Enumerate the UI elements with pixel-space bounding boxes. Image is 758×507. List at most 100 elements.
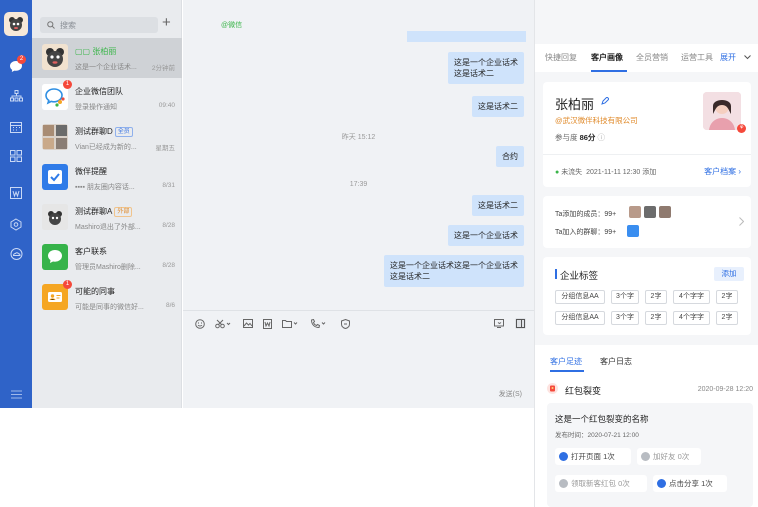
menu-icon[interactable] — [7, 386, 25, 402]
screen-icon[interactable] — [493, 318, 504, 329]
tag-chip[interactable]: 2字 — [645, 290, 667, 304]
list-item[interactable]: 客户联系 管理员Mashiro删除... 8/28 — [32, 238, 182, 278]
group-avatar — [42, 204, 68, 230]
section-marker — [555, 269, 557, 279]
chevron-right-icon[interactable] — [739, 217, 744, 226]
cube-icon[interactable] — [7, 216, 25, 232]
reminder-avatar — [42, 164, 68, 190]
list-item[interactable]: 1 可能的同事 可能是同事的微信好... 8/6 — [32, 278, 182, 318]
shield-icon[interactable] — [340, 318, 351, 329]
tag-chip[interactable]: 2字 — [716, 311, 738, 325]
list-item-preview: 这是一个企业话术... — [75, 64, 137, 71]
conversation-list: 搜索 + ▢▢ 张柏丽 这是一个企业话术... 2分钟前 1 企业微信团队 登录… — [32, 0, 182, 408]
edit-icon[interactable] — [601, 97, 609, 105]
search-icon — [47, 21, 55, 29]
chat-icon[interactable]: 2 — [7, 55, 26, 74]
tags-title: 企业标签 — [560, 271, 599, 282]
event-time: 2020-09-28 12:20 — [697, 386, 753, 393]
share-icon — [657, 479, 666, 488]
list-item-name: 测试群聊D 全员 — [75, 126, 133, 137]
action-add-friend: 加好友 0次 — [637, 448, 701, 465]
list-item-time: 8/6 — [165, 302, 175, 309]
list-item-name: 微伴提醒 — [75, 167, 107, 176]
expand-button[interactable]: 展开 — [720, 52, 736, 63]
wechat-badge: ⚘ — [737, 124, 747, 133]
apps-icon[interactable] — [7, 148, 25, 164]
group-icon — [627, 225, 639, 237]
list-item[interactable]: ▢▢ 张柏丽 这是一个企业话术... 2分钟前 — [32, 38, 182, 78]
sidebar-toggle-icon[interactable] — [515, 318, 526, 329]
claim-icon — [559, 479, 568, 488]
list-item[interactable]: 1 企业微信团队 登录操作通知 09:40 — [32, 78, 182, 118]
calendar-icon[interactable] — [7, 119, 25, 135]
nav-rail: 2 — [0, 0, 32, 408]
image-icon[interactable] — [242, 318, 253, 329]
trace-section: 客户足迹 客户日志 红包裂变 2020-09-28 12:20 这是一个红包裂变… — [535, 345, 758, 507]
tab-quick-reply[interactable]: 快捷回复 — [545, 52, 577, 63]
group-tag: 全员 — [114, 126, 133, 137]
engagement-row: 参与度 86分 ⓘ — [555, 133, 606, 142]
trace-tab-indicator — [550, 370, 584, 372]
action-claim-red-packet: 领取新客红包 0次 — [555, 475, 647, 492]
emoji-icon[interactable] — [194, 318, 205, 329]
org-icon[interactable] — [7, 88, 25, 104]
folder-icon[interactable] — [282, 318, 300, 329]
send-button[interactable]: 发送(S) — [499, 389, 522, 399]
member-avatar — [644, 206, 656, 218]
list-item-preview: 登录操作通知 — [75, 104, 117, 111]
add-tag-button[interactable]: 添加 — [714, 267, 744, 281]
word-icon[interactable] — [262, 318, 273, 329]
message-bubble[interactable]: 这是话术二 — [472, 195, 524, 216]
tab-customer-log[interactable]: 客户日志 — [600, 356, 632, 367]
avatar — [42, 44, 68, 70]
tab-ops-tools[interactable]: 运营工具 — [681, 52, 713, 63]
search-placeholder: 搜索 — [60, 21, 76, 30]
customer-file-link[interactable]: 客户档案 › — [704, 166, 741, 177]
event-card: 这是一个红包裂变的名称 发布时间：2020-07-21 12:00 打开页面 1… — [547, 403, 753, 507]
list-item[interactable]: 测试群聊A 外部 Mashiro退出了外部... 8/28 — [32, 198, 182, 238]
scissors-icon[interactable] — [215, 318, 233, 329]
action-open-page: 打开页面 1次 — [555, 448, 631, 465]
action-share: 点击分享 1次 — [653, 475, 727, 492]
cloud-icon[interactable] — [7, 246, 25, 262]
message-bubble[interactable]: 这是一个企业话术这是一个企业话术 这是话术二 — [384, 255, 524, 287]
tag-chip[interactable]: 3个字 — [611, 311, 639, 325]
message-bubble[interactable]: 合约 — [496, 146, 524, 167]
tab-all-marketing[interactable]: 全员营销 — [636, 52, 668, 63]
app-window: 2 搜索 + ▢▢ 张柏丽 这是一个企业话术... 2分钟前 1 企业微信团队 … — [0, 0, 758, 507]
relations-card[interactable]: Ta添加的成员：99+ Ta加入的群聊：99+ — [543, 196, 751, 248]
list-item-time: 8/28 — [162, 222, 175, 229]
add-icon[interactable]: + — [162, 15, 171, 31]
tab-customer-trace[interactable]: 客户足迹 — [550, 356, 582, 367]
tab-customer-profile[interactable]: 客户画像 — [591, 52, 623, 63]
tag-chip[interactable]: 4个字字 — [673, 290, 710, 304]
phone-icon[interactable] — [310, 318, 328, 329]
group-avatar — [42, 124, 68, 150]
chat-title: @微信 — [221, 22, 243, 29]
message-composer[interactable]: 发送(S) — [183, 310, 534, 408]
customer-panel: 快捷回复 客户画像 全员营销 运营工具 展开 张柏丽 @武汉微伴科技有限公司 参… — [534, 0, 758, 507]
list-item[interactable]: 微伴提醒 ▪▪▪▪ 朋友圈内容话... 8/31 — [32, 158, 182, 198]
tag-chip[interactable]: 2字 — [716, 290, 738, 304]
tag-chip[interactable]: 3个字 — [611, 290, 639, 304]
message-bubble[interactable]: 这是话术二 — [472, 96, 524, 117]
list-item[interactable]: 测试群聊D 全员 Vian已经成为新的... 星期五 — [32, 118, 182, 158]
message-bubble[interactable]: 这是一个企业话术 这是话术二 — [448, 52, 524, 84]
tag-chip[interactable]: 4个字字 — [673, 311, 710, 325]
customer-name: 张柏丽 — [555, 97, 595, 112]
search-input[interactable]: 搜索 — [40, 17, 158, 33]
joined-groups: Ta加入的群聊：99+ — [555, 229, 617, 236]
external-tag: 外部 — [114, 206, 133, 217]
list-item-preview: 可能是同事的微信好... — [75, 304, 144, 311]
doc-icon[interactable] — [7, 185, 25, 201]
add-friend-icon — [641, 452, 650, 461]
list-item-preview: 管理员Mashiro删除... — [75, 264, 141, 271]
tag-chip[interactable]: 分组信息AA — [555, 290, 605, 304]
chevron-down-icon[interactable] — [744, 55, 751, 60]
chat-unread-badge: 2 — [17, 55, 26, 64]
list-item-name: 企业微信团队 — [75, 87, 123, 96]
open-page-icon — [559, 452, 568, 461]
tag-chip[interactable]: 分组信息AA — [555, 311, 605, 325]
tag-chip[interactable]: 2字 — [645, 311, 667, 325]
message-bubble[interactable]: 这是一个企业话术 — [448, 225, 524, 246]
